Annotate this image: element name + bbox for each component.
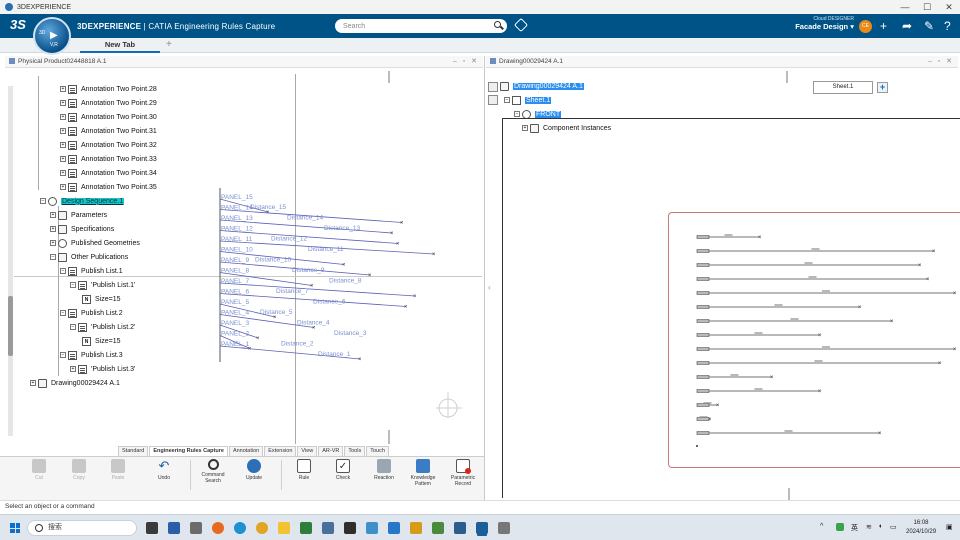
copy-icon [72, 459, 86, 473]
chrome-icon[interactable] [256, 522, 268, 534]
cut-button[interactable]: Cut [22, 459, 56, 481]
right-bottom-splitter[interactable] [788, 488, 790, 500]
dimension-endpoint: × [926, 277, 930, 283]
tray-overflow-icon[interactable]: ^ [820, 523, 823, 530]
firefox-icon[interactable] [212, 522, 224, 534]
dimension-endpoint: × [918, 263, 922, 269]
ribbon-tab-annotation[interactable]: Annotation [228, 446, 264, 456]
status-bar: Select an object or a command [0, 500, 960, 512]
check-button[interactable]: ✓ Check [326, 459, 360, 481]
ribbon-tab-extension[interactable]: Extension [264, 446, 297, 456]
app-icon-1[interactable] [168, 522, 180, 534]
paste-button[interactable]: Paste [101, 459, 135, 481]
ribbon-tab-view[interactable]: View [297, 446, 318, 456]
task-view-icon[interactable] [146, 522, 158, 534]
taskbar-search[interactable]: 搜索 [27, 520, 137, 536]
ribbon-separator [281, 460, 282, 490]
dimension-endpoint: × [938, 361, 942, 367]
ribbon-tab-standard[interactable]: Standard [118, 446, 149, 456]
update-icon [247, 459, 261, 473]
undo-icon: ↶ [158, 458, 170, 473]
ribbon-separator [190, 460, 191, 490]
dimension-endpoint: × [716, 403, 720, 409]
dimension-endpoint: × [953, 347, 957, 353]
rule-icon [297, 459, 311, 473]
paste-icon [111, 459, 125, 473]
windows-taskbar: 搜索 ^ 英 ≋ ◖ ▭ 16:08 2024/10/29 ▣ [0, 514, 960, 540]
app-icon-5[interactable] [366, 522, 378, 534]
magnifier-icon [207, 459, 219, 470]
app-icon-4[interactable] [322, 522, 334, 534]
app-icon-7[interactable] [432, 522, 444, 534]
windows-start-icon[interactable] [10, 523, 20, 533]
reaction-icon [377, 459, 391, 473]
edge-icon[interactable] [234, 522, 246, 534]
system-clock[interactable]: 16:08 2024/10/29 [906, 519, 936, 537]
volume-icon[interactable]: ◖ [878, 523, 882, 530]
parametric-record-button[interactable]: Parametric Record [446, 459, 480, 487]
dimension-endpoint: × [708, 417, 712, 423]
undo-button[interactable]: ↶ Undo [147, 458, 181, 482]
battery-icon[interactable]: ▭ [890, 523, 897, 531]
play-icon: ▶ [50, 30, 58, 41]
file-explorer-icon[interactable] [278, 522, 290, 534]
update-button[interactable]: Update [237, 459, 271, 481]
vscode-icon[interactable] [388, 522, 400, 534]
scissors-icon [32, 459, 46, 473]
tray-app-icon[interactable] [836, 523, 844, 531]
pattern-icon [416, 459, 430, 473]
reaction-button[interactable]: Reaction [367, 459, 401, 481]
dimension-endpoint: × [878, 431, 882, 437]
check-icon: ✓ [336, 459, 350, 473]
dimension-endpoint: × [770, 375, 774, 381]
app-icon-9[interactable] [498, 522, 510, 534]
dimension-endpoint: × [932, 249, 936, 255]
record-icon [456, 459, 471, 474]
dimension-endpoint: × [858, 305, 862, 311]
command-search-button[interactable]: Command Search [196, 459, 230, 484]
dimension-endpoint: × [818, 389, 822, 395]
app-icon-8[interactable] [454, 522, 466, 534]
notification-icon[interactable]: ▣ [946, 523, 953, 531]
dimension-endpoint: × [758, 235, 762, 241]
3dexperience-task-icon[interactable] [476, 522, 488, 534]
ribbon-tab-tools[interactable]: Tools [344, 446, 366, 456]
ime-indicator[interactable]: 英 [851, 523, 858, 533]
status-text: Select an object or a command [5, 503, 95, 510]
dimension-endpoint: × [818, 333, 822, 339]
ribbon-tabs: Standard Engineering Rules Capture Annot… [118, 446, 390, 456]
wifi-icon[interactable]: ≋ [866, 523, 872, 531]
dimension-endpoint: × [953, 291, 957, 297]
knowledge-pattern-button[interactable]: Knowledge Pattern [406, 459, 440, 487]
rule-button[interactable]: Rule [287, 459, 321, 481]
ribbon-tab-ar-vr[interactable]: AR-VR [318, 446, 344, 456]
dimension-endpoint: × [890, 319, 894, 325]
app-icon-3[interactable] [300, 522, 312, 534]
ribbon-tab-touch[interactable]: Touch [366, 446, 389, 456]
terminal-icon[interactable] [344, 522, 356, 534]
copy-button[interactable]: Copy [62, 459, 96, 481]
compass-widget[interactable]: 3D ▶ V,R [33, 17, 71, 55]
ribbon-tab-engineering-rules[interactable]: Engineering Rules Capture [149, 446, 228, 456]
app-icon-6[interactable] [410, 522, 422, 534]
app-icon-2[interactable] [190, 522, 202, 534]
